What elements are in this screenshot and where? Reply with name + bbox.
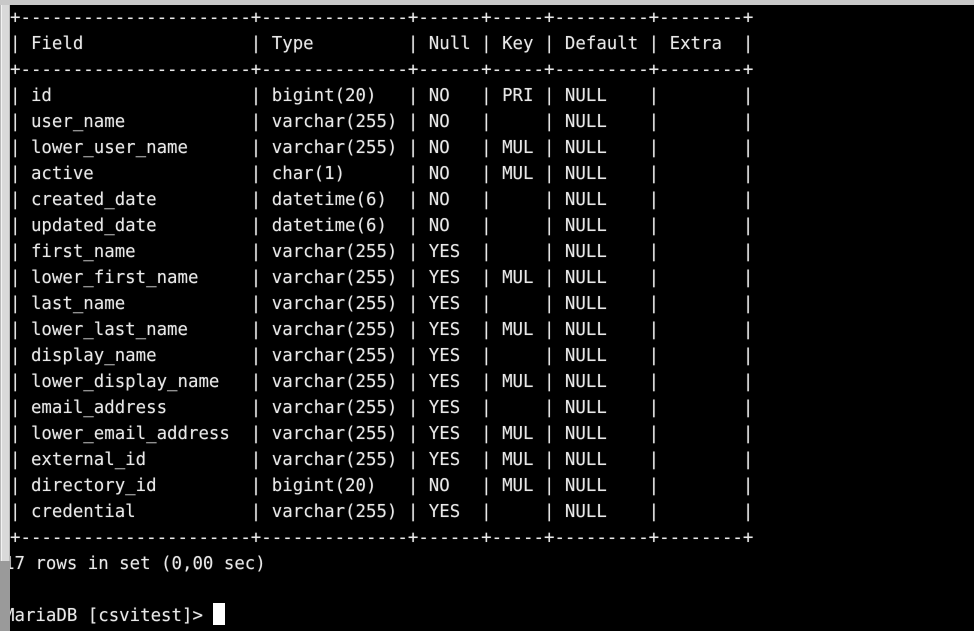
table-row: | lower_display_name | varchar(255) | YE… xyxy=(10,372,754,392)
table-row: | active | char(1) | NO | MUL | NULL | | xyxy=(10,164,754,184)
table-row: | updated_date | datetime(6) | NO | | NU… xyxy=(10,216,754,236)
text-cursor xyxy=(213,603,226,625)
prompt-block[interactable]: MariaDB [csvitest]> xyxy=(10,603,974,629)
spacer-line xyxy=(10,577,974,603)
scrollbar-thumb[interactable] xyxy=(1,5,9,561)
table-row: | directory_id | bigint(20) | NO | MUL |… xyxy=(10,476,754,496)
table-row: | id | bigint(20) | NO | PRI | NULL | | xyxy=(10,86,754,106)
table-row: | lower_user_name | varchar(255) | NO | … xyxy=(10,138,754,158)
table-border-header: +----------------------+--------------+-… xyxy=(10,60,754,80)
table-row: | first_name | varchar(255) | YES | | NU… xyxy=(10,242,754,262)
console-output: +----------------------+--------------+-… xyxy=(10,5,974,551)
table-row: | display_name | varchar(255) | YES | | … xyxy=(10,346,754,366)
table-row: | user_name | varchar(255) | NO | | NULL… xyxy=(10,112,754,132)
table-row: | lower_first_name | varchar(255) | YES … xyxy=(10,268,754,288)
table-row: | created_date | datetime(6) | NO | | NU… xyxy=(10,190,754,210)
result-summary-block: 17 rows in set (0,00 sec) xyxy=(10,551,974,603)
terminal-screen[interactable]: +----------------------+--------------+-… xyxy=(10,5,974,631)
table-row: | last_name | varchar(255) | YES | | NUL… xyxy=(10,294,754,314)
result-summary: 17 rows in set (0,00 sec) xyxy=(10,554,266,574)
table-border-top: +----------------------+--------------+-… xyxy=(10,8,754,28)
terminal-window[interactable]: +----------------------+--------------+-… xyxy=(0,0,974,631)
table-row: | lower_email_address | varchar(255) | Y… xyxy=(10,424,754,444)
table-header-row: | Field | Type | Null | Key | Default | … xyxy=(10,34,754,54)
table-row: | external_id | varchar(255) | YES | MUL… xyxy=(10,450,754,470)
table-row: | credential | varchar(255) | YES | | NU… xyxy=(10,502,754,522)
shell-prompt: MariaDB [csvitest]> xyxy=(10,606,203,626)
scrollbar-track-lower[interactable] xyxy=(0,561,10,631)
scrollbar-track[interactable] xyxy=(0,5,10,561)
table-border-bottom: +----------------------+--------------+-… xyxy=(10,528,754,548)
table-row: | lower_last_name | varchar(255) | YES |… xyxy=(10,320,754,340)
table-row: | email_address | varchar(255) | YES | |… xyxy=(10,398,754,418)
